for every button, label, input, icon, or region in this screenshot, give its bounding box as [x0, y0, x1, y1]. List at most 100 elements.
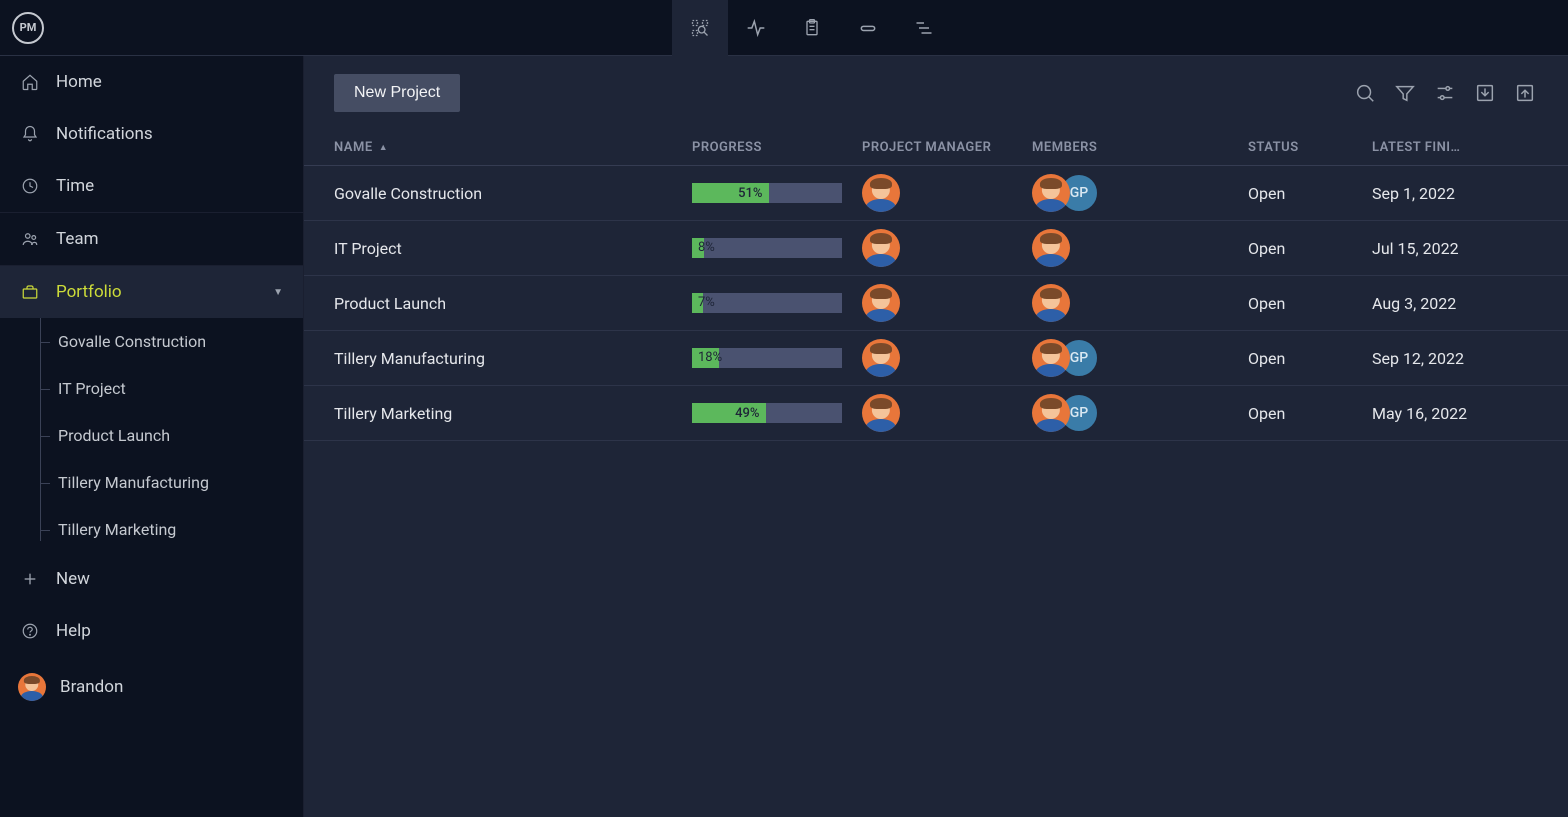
user-name: Brandon: [60, 677, 123, 697]
project-name: Product Launch: [334, 294, 692, 313]
nav-new[interactable]: New: [0, 553, 303, 605]
subnav-item[interactable]: Product Launch: [44, 412, 303, 459]
nav-label: Notifications: [56, 124, 153, 144]
clock-icon: [20, 176, 40, 196]
project-manager-cell: [862, 174, 1032, 212]
project-name: Tillery Marketing: [334, 404, 692, 423]
progress-bar: 49%: [692, 403, 842, 423]
finish-date-cell: Jul 15, 2022: [1372, 239, 1538, 258]
progress-bar: 8%: [692, 238, 842, 258]
progress-cell: 7%: [692, 293, 862, 313]
nav-label: Portfolio: [56, 282, 122, 302]
table-row[interactable]: Tillery Marketing49%GPOpenMay 16, 2022: [304, 386, 1568, 441]
nav-team[interactable]: Team: [0, 213, 303, 265]
manager-avatar[interactable]: [862, 174, 900, 212]
progress-fill: 51%: [692, 183, 769, 203]
activity-icon[interactable]: [728, 0, 784, 56]
progress-text: 7%: [698, 295, 715, 310]
nav-help[interactable]: Help: [0, 605, 303, 657]
progress-bar: 51%: [692, 183, 842, 203]
status-cell: Open: [1248, 349, 1372, 368]
table-row[interactable]: Govalle Construction51% GPOpenSep 1, 2022: [304, 166, 1568, 221]
help-icon: [20, 621, 40, 641]
filter-icon[interactable]: [1392, 80, 1418, 106]
manager-avatar[interactable]: [862, 284, 900, 322]
members-cell: [1032, 229, 1248, 267]
member-avatar[interactable]: [1032, 284, 1070, 322]
clipboard-icon[interactable]: [784, 0, 840, 56]
nav-time[interactable]: Time: [0, 160, 303, 212]
export-icon[interactable]: [1512, 80, 1538, 106]
subnav-item[interactable]: Tillery Marketing: [44, 506, 303, 553]
progress-cell: 18%: [692, 348, 862, 368]
project-name: Govalle Construction: [334, 184, 692, 203]
members-cell: [1032, 284, 1248, 322]
col-progress[interactable]: PROGRESS: [692, 140, 862, 155]
manager-avatar[interactable]: [862, 394, 900, 432]
portfolio-subnav: Govalle Construction IT Project Product …: [0, 318, 303, 553]
member-avatar[interactable]: [1032, 229, 1070, 267]
chevron-down-icon: ▼: [273, 287, 283, 298]
progress-bar: 18%: [692, 348, 842, 368]
nav-home[interactable]: Home: [0, 56, 303, 108]
new-project-button[interactable]: New Project: [334, 74, 460, 112]
nav-notifications[interactable]: Notifications: [0, 108, 303, 160]
finish-date-cell: Sep 12, 2022: [1372, 349, 1538, 368]
projects-table-body: Govalle Construction51%GPOpenSep 1, 2022…: [304, 166, 1568, 817]
attachment-icon[interactable]: [840, 0, 896, 56]
nav-portfolio[interactable]: Portfolio ▼: [0, 266, 303, 318]
logo-text: PM: [12, 12, 44, 44]
col-label: NAME: [334, 140, 373, 155]
bell-icon: [20, 124, 40, 144]
project-manager-cell: [862, 394, 1032, 432]
briefcase-icon: [20, 282, 40, 302]
project-manager-cell: [862, 229, 1032, 267]
status-cell: Open: [1248, 294, 1372, 313]
progress-text: 49%: [735, 406, 759, 421]
table-row[interactable]: Tillery Manufacturing18%GPOpenSep 12, 20…: [304, 331, 1568, 386]
col-name[interactable]: NAME ▲: [334, 140, 692, 155]
progress-cell: 8%: [692, 238, 862, 258]
current-user[interactable]: Brandon: [0, 657, 303, 717]
zoom-search-icon[interactable]: [672, 0, 728, 56]
project-name: IT Project: [334, 239, 692, 258]
members-cell: GP: [1032, 174, 1248, 212]
member-avatar[interactable]: [1032, 174, 1070, 212]
subnav-item[interactable]: Govalle Construction: [44, 318, 303, 365]
member-avatar[interactable]: [1032, 339, 1070, 377]
project-manager-cell: [862, 339, 1032, 377]
manager-avatar[interactable]: [862, 229, 900, 267]
table-row[interactable]: Product Launch 7% OpenAug 3, 2022: [304, 276, 1568, 331]
manager-avatar[interactable]: [862, 339, 900, 377]
gantt-icon[interactable]: [896, 0, 952, 56]
finish-date-cell: Aug 3, 2022: [1372, 294, 1538, 313]
member-avatar[interactable]: [1032, 394, 1070, 432]
finish-date-cell: Sep 1, 2022: [1372, 184, 1538, 203]
settings-sliders-icon[interactable]: [1432, 80, 1458, 106]
col-status[interactable]: STATUS: [1248, 140, 1372, 155]
search-icon[interactable]: [1352, 80, 1378, 106]
progress-cell: 49%: [692, 403, 862, 423]
progress-cell: 51%: [692, 183, 862, 203]
sidebar: Home Notifications Time Team: [0, 56, 304, 817]
plus-icon: [20, 569, 40, 589]
progress-text: 18%: [698, 350, 722, 365]
finish-date-cell: May 16, 2022: [1372, 404, 1538, 423]
nav-label: Team: [56, 229, 99, 249]
progress-fill: 49%: [692, 403, 766, 423]
subnav-item[interactable]: IT Project: [44, 365, 303, 412]
import-icon[interactable]: [1472, 80, 1498, 106]
col-members[interactable]: MEMBERS: [1032, 140, 1248, 155]
toolbar: New Project: [304, 56, 1568, 130]
col-latest-finish[interactable]: LATEST FINI…: [1372, 140, 1538, 155]
status-cell: Open: [1248, 184, 1372, 203]
status-cell: Open: [1248, 239, 1372, 258]
nav-label: Home: [56, 72, 102, 92]
nav-label: Help: [56, 621, 91, 641]
team-icon: [20, 229, 40, 249]
app-logo[interactable]: PM: [0, 0, 56, 56]
subnav-item[interactable]: Tillery Manufacturing: [44, 459, 303, 506]
table-row[interactable]: IT Project8% OpenJul 15, 2022: [304, 221, 1568, 276]
col-project-manager[interactable]: PROJECT MANAGER: [862, 140, 1032, 155]
table-header: NAME ▲ PROGRESS PROJECT MANAGER MEMBERS …: [304, 130, 1568, 166]
